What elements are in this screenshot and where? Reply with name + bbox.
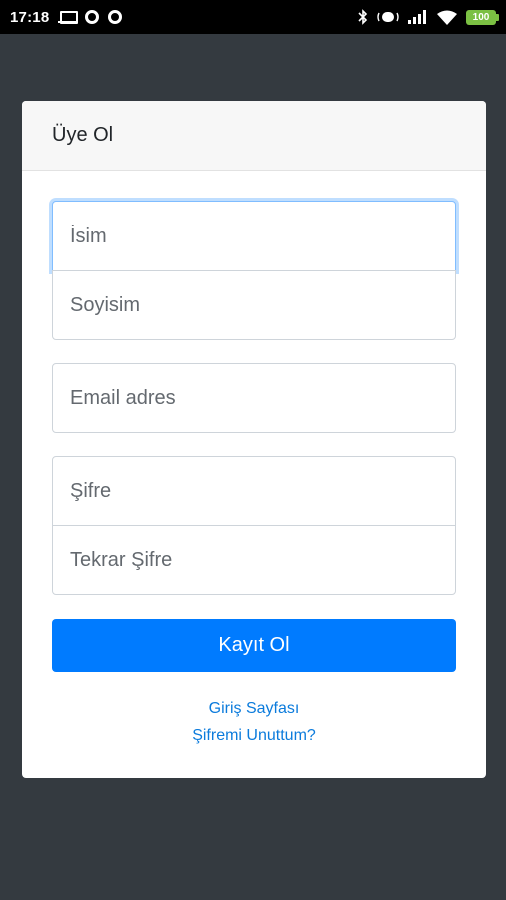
status-time: 17:18 [10,8,50,26]
battery-icon: 100 [466,9,499,25]
password-input[interactable] [52,456,456,526]
signal-icon [408,10,428,24]
bluetooth-icon [358,9,368,25]
vibrate-icon [377,10,399,24]
first-name-input[interactable] [52,201,456,271]
register-button[interactable]: Kayıt Ol [52,619,456,672]
signup-card: Üye Ol Kayıt Ol Giriş Sayfası Şifremi Un… [22,101,486,778]
footer-links: Giriş Sayfası Şifremi Unuttum? [22,695,486,749]
circle-icon [108,10,123,24]
card-header: Üye Ol [22,101,486,171]
status-bar-left: 17:18 [10,8,123,26]
email-input[interactable] [52,363,456,433]
forgot-password-link[interactable]: Şifremi Unuttum? [22,722,486,749]
status-bar: 17:18 100 [0,0,506,34]
card-title: Üye Ol [52,124,114,146]
password-repeat-input[interactable] [52,525,456,595]
status-bar-right: 100 [358,9,499,25]
circle-icon [85,10,100,24]
last-name-input[interactable] [52,270,456,340]
laptop-icon [58,11,79,24]
wifi-icon [437,10,457,25]
login-page-link[interactable]: Giriş Sayfası [22,695,486,722]
